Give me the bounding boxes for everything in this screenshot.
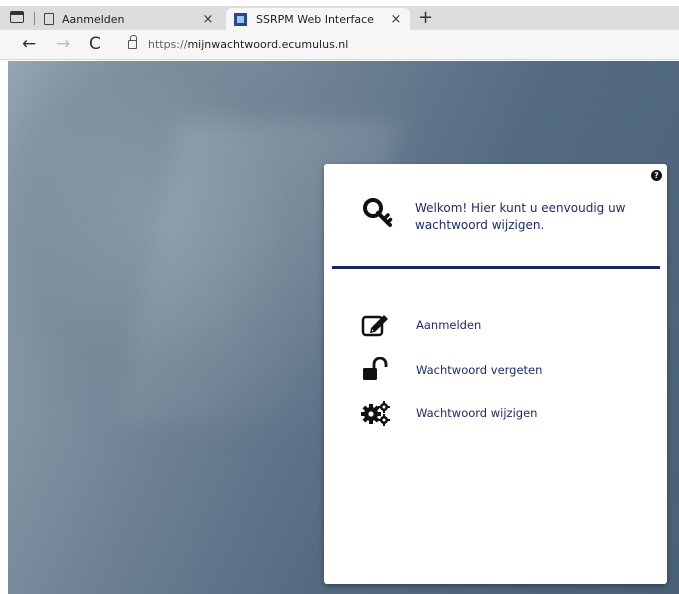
key-icon: [362, 197, 394, 229]
login-panel: ? Welkom! Hier kunt u eenvoudig uw wacht…: [324, 164, 667, 584]
address-bar: ← → C https://mijnwachtwoord.ecumulus.nl: [0, 30, 679, 60]
menu-item-label: Wachtwoord wijzigen: [416, 406, 538, 420]
tab-actions-icon[interactable]: [10, 11, 24, 23]
menu-item-label: Aanmelden: [416, 318, 482, 332]
tab-separator: [34, 12, 35, 25]
welcome-text: Welkom! Hier kunt u eenvoudig uw wachtwo…: [415, 201, 626, 232]
close-icon[interactable]: ×: [388, 12, 404, 27]
gears-icon: [360, 399, 392, 427]
forward-button[interactable]: →: [56, 34, 70, 54]
back-button[interactable]: ←: [22, 34, 36, 54]
tab-ssrpm[interactable]: SSRPM Web Interface ×: [226, 8, 410, 30]
menu-item-label: Wachtwoord vergeten: [416, 363, 543, 377]
menu-item-aanmelden[interactable]: Aanmelden: [360, 311, 481, 339]
url-field[interactable]: https://mijnwachtwoord.ecumulus.nl: [148, 38, 348, 51]
menu-item-wachtwoord-wijzigen[interactable]: Wachtwoord wijzigen: [360, 399, 537, 427]
help-icon[interactable]: ?: [651, 170, 662, 181]
page-icon: [44, 13, 54, 25]
tab-aanmelden[interactable]: Aanmelden ×: [44, 8, 222, 30]
tab-strip: Aanmelden × SSRPM Web Interface × +: [0, 6, 679, 30]
tab-title: SSRPM Web Interface: [256, 12, 374, 26]
unlock-icon: [360, 356, 392, 384]
tab-title: Aanmelden: [62, 12, 125, 26]
close-icon[interactable]: ×: [200, 12, 216, 27]
divider: [332, 266, 660, 269]
ssrpm-favicon-icon: [234, 12, 247, 26]
menu-item-wachtwoord-vergeten[interactable]: Wachtwoord vergeten: [360, 356, 542, 384]
url-domain: mijnwachtwoord.ecumulus.nl: [187, 38, 349, 51]
edit-icon: [360, 311, 392, 339]
url-prefix: https://: [148, 38, 188, 51]
reload-button[interactable]: C: [89, 34, 101, 54]
lock-icon[interactable]: [128, 35, 137, 49]
new-tab-button[interactable]: +: [418, 8, 433, 28]
page-viewport: ? Welkom! Hier kunt u eenvoudig uw wacht…: [8, 61, 679, 594]
